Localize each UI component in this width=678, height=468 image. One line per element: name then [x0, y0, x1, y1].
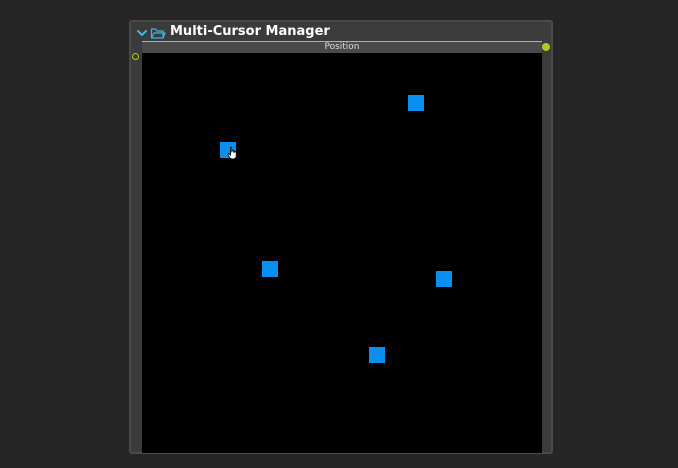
chevron-down-icon[interactable] [135, 25, 149, 39]
position-param-label: Position [142, 42, 542, 53]
cursor-handle[interactable] [262, 261, 278, 277]
node-header[interactable]: Multi-Cursor Manager [131, 22, 551, 42]
output-port[interactable] [542, 43, 550, 51]
hand-pointer-icon [227, 145, 239, 160]
node-title: Multi-Cursor Manager [170, 24, 330, 39]
cursor-handle[interactable] [408, 95, 424, 111]
cursor-handle[interactable] [436, 271, 452, 287]
input-port[interactable] [132, 53, 139, 60]
multi-cursor-manager-node[interactable]: Multi-Cursor Manager Position [129, 20, 553, 454]
position-canvas[interactable] [142, 53, 542, 453]
folder-open-icon[interactable] [150, 25, 166, 39]
cursor-handle[interactable] [369, 347, 385, 363]
